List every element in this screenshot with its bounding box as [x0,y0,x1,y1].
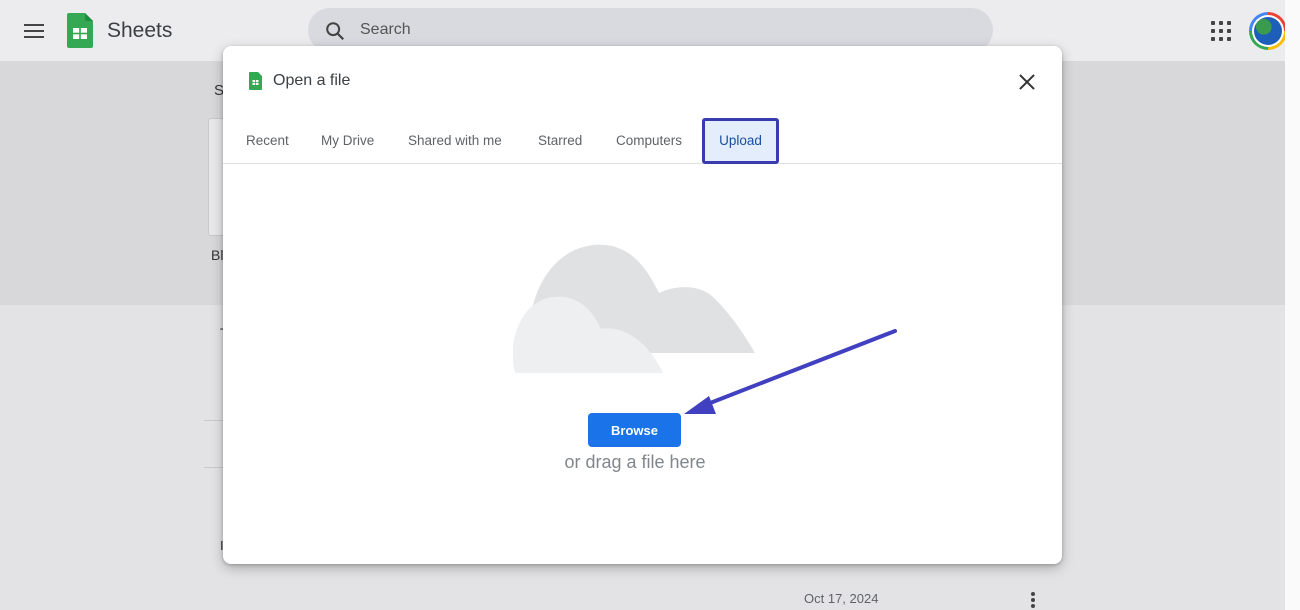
open-file-dialog: Open a file Recent My Drive Shared with … [223,46,1062,564]
main-menu-button[interactable] [20,17,48,45]
upload-cloud-illustration [513,244,755,373]
page-edge [1285,0,1300,610]
dialog-title: Open a file [273,72,351,89]
sheets-file-icon [249,72,262,90]
template-label-fragment: Bl [211,247,224,263]
more-vert-icon [1031,592,1035,596]
tab-upload[interactable]: Upload [702,118,779,164]
row-date: Oct 17, 2024 [804,591,879,606]
tab-computers[interactable]: Computers [616,118,682,164]
globe-icon [1254,17,1282,45]
account-avatar[interactable] [1249,12,1287,50]
search-input[interactable] [360,18,960,42]
divider [204,420,224,421]
tab-recent[interactable]: Recent [246,118,289,164]
hamburger-icon [24,24,44,26]
tab-starred[interactable]: Starred [538,118,582,164]
browse-button[interactable]: Browse [588,413,681,447]
google-apps-button[interactable] [1209,19,1233,43]
source-tabs: Recent My Drive Shared with me Starred C… [223,118,1062,164]
search-icon[interactable] [324,20,346,42]
apps-grid-icon [1211,21,1215,25]
close-button[interactable] [1015,70,1039,94]
app-name: Sheets [107,19,173,42]
drag-drop-hint: or drag a file here [564,452,706,472]
sheets-logo-icon [67,13,93,48]
tab-shared-with-me[interactable]: Shared with me [408,118,502,164]
tab-my-drive[interactable]: My Drive [321,118,374,164]
divider [204,467,224,468]
row-more-options-button[interactable] [1027,590,1039,610]
